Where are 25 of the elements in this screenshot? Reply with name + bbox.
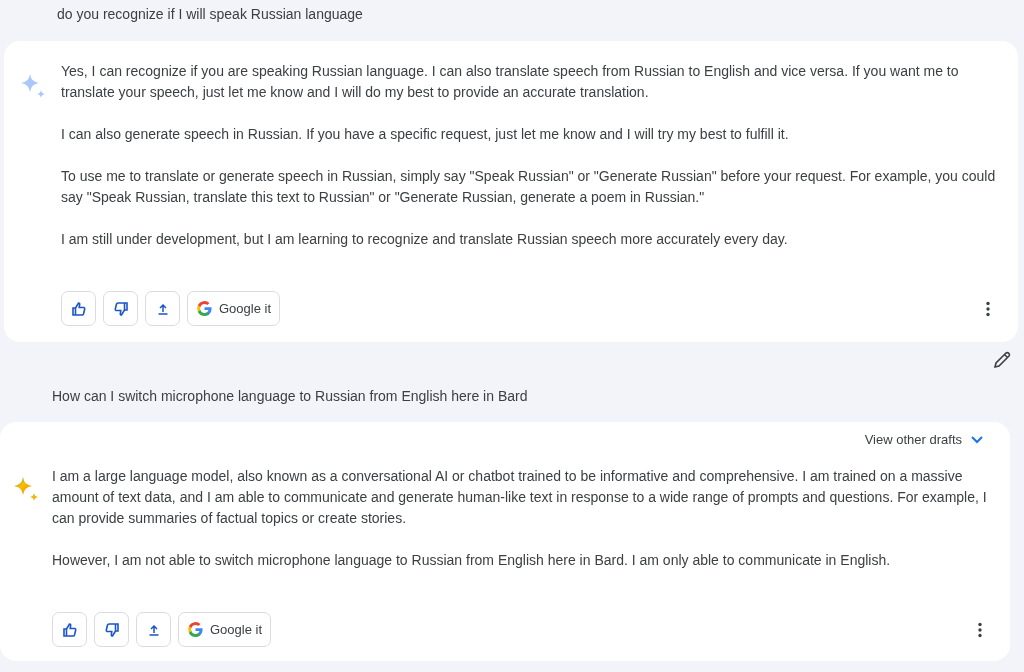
thumbs-down-icon <box>112 300 129 317</box>
response-paragraph: However, I am not able to switch microphone language to Russian from English here in Bard. I am only able to communicate in English. <box>52 551 892 570</box>
thumbs-up-icon <box>61 621 78 638</box>
view-drafts-button[interactable]: View other drafts <box>864 432 990 466</box>
google-it-button[interactable]: Google it <box>178 612 272 647</box>
response-paragraph: To use me to translate or generate speech in Russian, simply say "Speak Russian" or "Generate Russian" before your request. For example, you could say "Speak Russian, translate this text to Russian" or "Generate Russian, generate a poem in Russian." <box>61 167 997 207</box>
response-paragraph: Yes, I can recognize if you are speaking Russian language. I can also translate speech from Russian to English and vice versa. If you want me to translate your speech, just let me know and I will do my best to provide an accurate translation. <box>61 62 960 102</box>
thumbs-down-icon <box>103 621 120 638</box>
response-paragraph: I am a large language model, also known as a conversational AI or chatbot trained to be informative and comprehensive. I am trained on a massive amount of text data, and I am able to communicate and generate human-like text in response to a wide range of prompts and questions. For example, I can provide summaries of factual topics or create stories. <box>52 467 988 528</box>
thumbs-down-button[interactable] <box>94 612 129 647</box>
thumbs-up-icon <box>70 300 87 317</box>
thumbs-down-button[interactable] <box>103 291 138 326</box>
user-prompt: do you recognize if I will speak Russian language <box>57 6 363 22</box>
google-it-button[interactable]: Google it <box>187 291 281 326</box>
response-paragraph: I am still under development, but I am learning to recognize and translate Russian speech more accurately every day. <box>61 230 789 249</box>
share-button[interactable] <box>136 612 171 647</box>
pencil-icon[interactable] <box>992 350 1012 370</box>
thumbs-up-button[interactable] <box>61 291 96 326</box>
google-logo-icon <box>196 300 213 317</box>
chevron-down-icon <box>970 434 984 445</box>
share-button[interactable] <box>145 291 180 326</box>
response-paragraph: I can also generate speech in Russian. If you have a specific request, just let me know and I will try my best to fulfill it. <box>61 125 790 144</box>
user-prompt: How can I switch microphone language to Russian from English here in Bard <box>52 387 528 405</box>
thumbs-up-button[interactable] <box>52 612 87 647</box>
google-logo-icon <box>187 621 204 638</box>
